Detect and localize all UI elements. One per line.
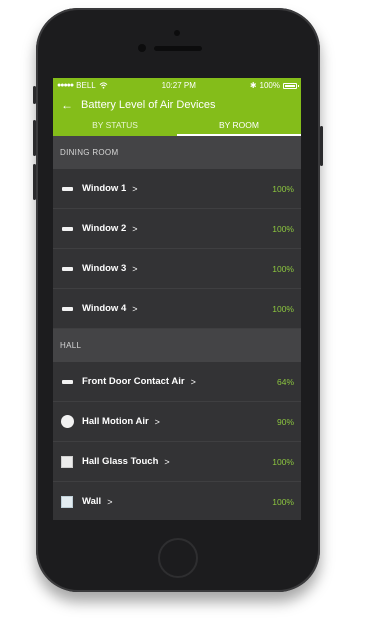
power-button (320, 126, 323, 166)
battery-level: 100% (272, 223, 294, 234)
device-row-window-1[interactable]: Window 1 > 100% (53, 169, 301, 209)
device-row-hall-motion-air[interactable]: Hall Motion Air > 90% (53, 402, 301, 442)
window-sensor-icon (61, 266, 73, 271)
page-title: Battery Level of Air Devices (81, 98, 216, 111)
home-button (158, 538, 198, 578)
motion-sensor-icon (60, 415, 74, 428)
status-bar: ●●●●● BELL 10:27 PM ✱ 100% (53, 78, 301, 93)
door-contact-icon (61, 379, 73, 384)
app-header: ← Battery Level of Air Devices (53, 93, 301, 116)
battery-level: 90% (276, 416, 294, 427)
device-row-front-door-contact-air[interactable]: Front Door Contact Air > 64% (53, 362, 301, 402)
tab-by-status[interactable]: BY STATUS (53, 116, 177, 136)
device-name: Hall Glass Touch (82, 456, 159, 467)
app-screen: ●●●●● BELL 10:27 PM ✱ 100% ← Battery Lev… (53, 78, 301, 520)
section-header-dining-room: DINING ROOM (53, 136, 301, 169)
volume-up-button (33, 120, 36, 156)
device-row-wall[interactable]: Wall > 100% (53, 482, 301, 520)
battery-icon (282, 82, 299, 89)
chevron-right-icon: > (132, 183, 138, 194)
wifi-icon (99, 82, 108, 89)
battery-percent: 100% (259, 81, 280, 90)
battery-level: 100% (272, 263, 294, 274)
section-header-hall: HALL (53, 329, 301, 362)
battery-level: 100% (272, 303, 294, 314)
device-row-window-4[interactable]: Window 4 > 100% (53, 289, 301, 329)
device-name: Front Door Contact Air (82, 376, 185, 387)
volume-down-button (33, 164, 36, 200)
proximity-sensor (174, 30, 180, 36)
chevron-right-icon: > (164, 456, 170, 467)
earpiece-speaker (154, 46, 202, 51)
device-name: Window 3 (82, 263, 127, 274)
device-row-hall-glass-touch[interactable]: Hall Glass Touch > 100% (53, 442, 301, 482)
chevron-right-icon: > (132, 263, 138, 274)
device-name: Window 2 (82, 223, 127, 234)
battery-level: 64% (276, 376, 294, 387)
back-arrow-icon[interactable]: ← (61, 99, 73, 111)
device-name: Wall (82, 496, 102, 507)
window-sensor-icon (61, 186, 73, 191)
tab-bar: BY STATUS BY ROOM (53, 116, 301, 136)
battery-level: 100% (272, 456, 294, 467)
window-sensor-icon (61, 226, 73, 231)
device-row-window-2[interactable]: Window 2 > 100% (53, 209, 301, 249)
glass-touch-icon (61, 455, 73, 468)
tab-by-room[interactable]: BY ROOM (177, 116, 301, 136)
bluetooth-icon: ✱ (249, 81, 257, 90)
battery-level: 100% (272, 183, 294, 194)
front-camera (138, 44, 146, 52)
chevron-right-icon: > (190, 376, 196, 387)
device-name: Hall Motion Air (82, 416, 149, 427)
chevron-right-icon: > (107, 496, 113, 507)
mute-switch (33, 86, 36, 104)
status-time: 10:27 PM (161, 81, 196, 90)
device-name: Window 4 (82, 303, 127, 314)
signal-dots-icon: ●●●●● (57, 82, 74, 89)
wall-switch-icon (61, 495, 73, 508)
window-sensor-icon (61, 306, 73, 311)
chevron-right-icon: > (132, 223, 138, 234)
chevron-right-icon: > (132, 303, 138, 314)
carrier-label: BELL (76, 81, 96, 90)
chevron-right-icon: > (154, 416, 160, 427)
device-name: Window 1 (82, 183, 127, 194)
device-row-window-3[interactable]: Window 3 > 100% (53, 249, 301, 289)
battery-level: 100% (272, 496, 294, 507)
